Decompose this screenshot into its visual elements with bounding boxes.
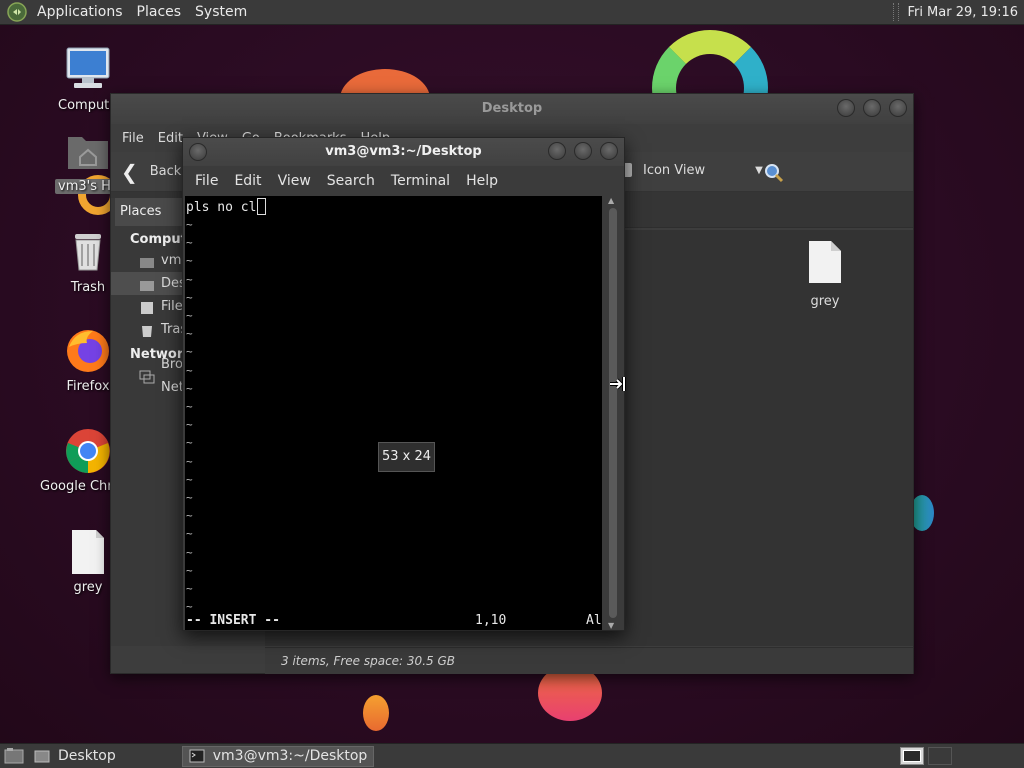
top-panel: Applications Places System Fri Mar 29, 1… — [0, 0, 1024, 25]
close-button[interactable] — [600, 142, 618, 160]
panel-handle[interactable] — [893, 3, 900, 21]
scroll-down-icon[interactable]: ▼ — [608, 621, 614, 630]
computer-icon — [64, 46, 112, 94]
trash-icon — [139, 323, 155, 337]
scroll-position: Al — [586, 613, 602, 628]
scroll-up-icon[interactable]: ▲ — [608, 196, 614, 205]
status-bar: 3 items, Free space: 30.5 GB — [265, 647, 913, 674]
menu-view[interactable]: View — [270, 173, 319, 189]
empty-line-marker: ~ — [186, 545, 193, 559]
maximize-button[interactable] — [863, 99, 881, 117]
show-desktop-icon[interactable] — [4, 747, 24, 765]
empty-line-marker: ~ — [186, 272, 193, 286]
terminal-icon — [189, 749, 205, 763]
network-icon — [139, 369, 155, 383]
empty-line-marker: ~ — [186, 218, 193, 231]
places-menu[interactable]: Places — [130, 0, 189, 25]
file-icon — [64, 528, 112, 576]
empty-line-marker: ~ — [186, 290, 193, 304]
system-menu[interactable]: System — [188, 0, 254, 25]
desktop-folder-icon — [139, 277, 155, 291]
view-mode-label: Icon View — [643, 162, 706, 178]
empty-line-marker: ~ — [186, 254, 193, 268]
maximize-button[interactable] — [574, 142, 592, 160]
home-folder-icon — [64, 127, 112, 175]
bottom-panel: Desktop vm3@vm3:~/Desktop — [0, 743, 1024, 768]
text-cursor — [257, 198, 267, 215]
file-icon — [809, 241, 841, 283]
menu-search[interactable]: Search — [319, 173, 383, 189]
file-name: grey — [810, 294, 840, 309]
window-menu-button[interactable] — [189, 143, 207, 161]
chevron-down-icon: ▼ — [755, 164, 763, 176]
back-arrow-icon: ❮ — [121, 159, 138, 184]
taskbar-item-desktop[interactable]: Desktop — [28, 746, 122, 767]
terminal-screen[interactable]: pls no cl 53 x 24 -- INSERT -- 1,10 Al ~… — [185, 196, 602, 630]
editor-line: pls no cl — [186, 198, 267, 215]
vim-mode-indicator: -- INSERT -- — [186, 613, 280, 628]
trash-icon — [64, 228, 112, 276]
file-item[interactable]: grey — [785, 240, 865, 309]
menubar: File Edit View Search Terminal Help — [183, 166, 624, 196]
taskbar-label: vm3@vm3:~/Desktop — [212, 748, 368, 764]
cursor-position: 1,10 — [475, 613, 507, 628]
window-titlebar[interactable]: vm3@vm3:~/Desktop — [183, 138, 624, 166]
clock[interactable]: Fri Mar 29, 19:16 — [907, 5, 1024, 20]
empty-line-marker: ~ — [186, 418, 193, 432]
empty-line-marker: ~ — [186, 491, 193, 504]
window-title: Desktop — [481, 101, 543, 116]
empty-line-marker: ~ — [186, 509, 193, 523]
empty-line-marker: ~ — [186, 582, 193, 595]
empty-line-marker: ~ — [186, 400, 193, 413]
empty-line-marker: ~ — [186, 327, 193, 341]
empty-line-marker: ~ — [186, 454, 193, 468]
chrome-icon — [64, 427, 112, 475]
menu-file[interactable]: File — [115, 131, 151, 146]
empty-line-marker: ~ — [186, 563, 193, 577]
search-icon[interactable] — [763, 162, 785, 184]
size-tooltip: 53 x 24 — [378, 442, 435, 472]
desktop-icon-label: Google Chrome — [40, 479, 110, 494]
workspace-switcher-2[interactable] — [928, 747, 952, 765]
taskbar-label: Desktop — [58, 748, 116, 764]
resize-cursor-icon — [610, 377, 626, 391]
view-mode-select[interactable]: Icon View ▼ — [617, 162, 763, 178]
minimize-button[interactable] — [548, 142, 566, 160]
firefox-icon — [64, 327, 112, 375]
scrollbar-thumb[interactable] — [609, 208, 617, 618]
small-orange-blob-decoration — [363, 695, 389, 731]
empty-line-marker: ~ — [186, 472, 193, 486]
minimize-button[interactable] — [837, 99, 855, 117]
file-manager-icon — [34, 750, 50, 763]
empty-line-marker: ~ — [186, 363, 193, 377]
back-label: Back — [149, 164, 182, 179]
buffer-text: pls no cl — [186, 200, 257, 215]
drive-icon — [139, 300, 155, 314]
empty-line-marker: ~ — [186, 527, 193, 541]
back-button[interactable]: ❮ Back — [121, 160, 181, 184]
empty-line-marker: ~ — [186, 345, 193, 359]
empty-line-marker: ~ — [186, 381, 193, 395]
taskbar-item-terminal[interactable]: vm3@vm3:~/Desktop — [181, 745, 375, 767]
empty-line-marker: ~ — [186, 436, 193, 450]
window-titlebar[interactable]: Desktop — [111, 94, 913, 124]
applications-menu[interactable]: Applications — [30, 0, 130, 25]
workspace-switcher-1[interactable] — [900, 747, 924, 765]
empty-line-marker: ~ — [186, 309, 193, 322]
desktop-icon-label: Computer — [58, 98, 114, 113]
menu-edit[interactable]: Edit — [226, 173, 269, 189]
window-title: vm3@vm3:~/Desktop — [325, 144, 482, 159]
empty-line-marker: ~ — [186, 236, 193, 250]
empty-line-marker: ~ — [186, 600, 193, 614]
home-icon — [139, 254, 155, 268]
mate-logo-icon[interactable] — [6, 1, 28, 23]
terminal-window: vm3@vm3:~/Desktop File Edit View Search … — [182, 137, 625, 631]
menu-terminal[interactable]: Terminal — [383, 173, 458, 189]
close-button[interactable] — [889, 99, 907, 117]
menu-file[interactable]: File — [187, 173, 226, 189]
scrollbar[interactable]: ▲ ▼ — [604, 196, 622, 630]
menu-help[interactable]: Help — [458, 173, 506, 189]
